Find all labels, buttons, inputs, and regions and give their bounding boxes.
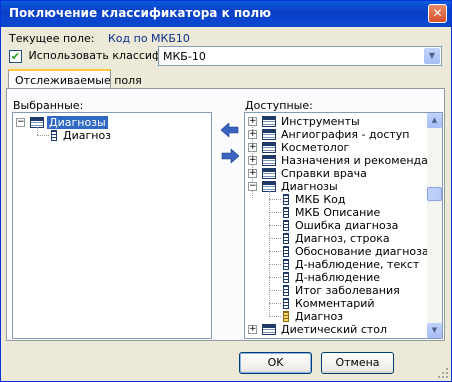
tree-item-label: МКБ Описание	[295, 206, 381, 219]
expand-icon[interactable]: +	[248, 169, 257, 178]
table-icon	[262, 142, 276, 153]
tree-item[interactable]: Диагноз, строка	[245, 232, 425, 245]
tree-item[interactable]: Д-наблюдение	[245, 271, 425, 284]
field-icon	[283, 220, 289, 231]
current-field-value: Код по МКБ10	[108, 32, 190, 45]
field-icon	[283, 259, 289, 270]
table-icon	[262, 155, 276, 166]
scroll-up-icon[interactable]: ▲	[427, 113, 442, 128]
ok-button[interactable]: OK	[239, 352, 312, 374]
tree-item[interactable]: + Назначения и рекомендации	[245, 154, 442, 167]
tree-item-label: Назначения и рекомендации	[281, 154, 443, 167]
field-icon	[283, 298, 289, 309]
tree-item-label: МКБ Код	[295, 193, 346, 206]
close-button[interactable]: ✕	[428, 4, 447, 23]
tree-item[interactable]: + Ангиография - доступ	[245, 128, 425, 141]
add-arrow-right-icon[interactable]	[221, 149, 239, 163]
field-icon-yellow	[283, 311, 289, 322]
tree-item[interactable]: Диагноз	[245, 310, 425, 323]
scrollbar-thumb[interactable]	[427, 187, 442, 201]
vertical-scrollbar[interactable]: ▲ ▼	[427, 113, 442, 338]
tree-item-label: Ангиография - доступ	[281, 128, 410, 141]
title-bar[interactable]: Поключение классификатора к полю ✕	[1, 1, 451, 27]
tree-item-expanded[interactable]: − Диагнозы	[245, 180, 425, 193]
selected-tree[interactable]: − Диагнозы Диагноз	[12, 112, 212, 339]
expand-icon[interactable]: +	[248, 143, 257, 152]
tree-item[interactable]: + Справки врача	[245, 167, 425, 180]
dialog-window: Поключение классификатора к полю ✕ Текущ…	[0, 0, 452, 382]
field-icon	[51, 130, 57, 141]
tree-connector-line	[269, 212, 281, 213]
expand-icon[interactable]: +	[248, 117, 257, 126]
tree-item-label: Обоснование диагноза	[295, 245, 429, 258]
tree-item[interactable]: МКБ Описание	[245, 206, 425, 219]
current-field-label: Текущее поле:	[9, 32, 95, 45]
resize-grip-icon[interactable]	[437, 367, 449, 379]
tree-item-label: Косметолог	[281, 141, 350, 154]
window-title: Поключение классификатора к полю	[9, 6, 271, 20]
field-icon	[283, 207, 289, 218]
tree-item-label: Диагноз, строка	[295, 232, 390, 245]
chevron-down-icon[interactable]: ▼	[424, 48, 440, 64]
classifier-select[interactable]: МКБ-10 ▼	[158, 46, 442, 66]
remove-arrow-left-icon[interactable]	[221, 123, 239, 137]
cancel-button[interactable]: Отмена	[321, 352, 394, 374]
field-icon	[283, 272, 289, 283]
tree-item[interactable]: МКБ Код	[245, 193, 425, 206]
collapse-icon[interactable]: −	[16, 118, 25, 127]
scroll-down-icon[interactable]: ▼	[427, 323, 442, 338]
tree-item-diagnoses[interactable]: − Диагнозы	[13, 116, 211, 129]
tree-item-label: Комментарий	[295, 297, 375, 310]
tab-panel: Выбранные: − Диагнозы Диагноз Доступные:	[6, 88, 445, 341]
collapse-icon[interactable]: −	[248, 182, 257, 191]
tree-item-label: Диагноз	[295, 310, 344, 323]
field-icon	[283, 194, 289, 205]
tree-item[interactable]: Комментарий	[245, 297, 425, 310]
selected-panel-label: Выбранные:	[13, 99, 84, 112]
tree-item[interactable]: + Косметолог	[245, 141, 425, 154]
tree-item-label: Диагноз	[63, 129, 112, 142]
tree-item[interactable]: + Диетический стол	[245, 323, 425, 336]
expand-icon[interactable]: +	[248, 325, 257, 334]
field-icon	[283, 285, 289, 296]
tree-item-label: Диагнозы	[281, 180, 338, 193]
tree-item-label: Д-наблюдение, текст	[295, 258, 420, 271]
tree-item-label: Ошибка диагноза	[295, 219, 399, 232]
tree-connector-line	[269, 290, 281, 291]
tree-connector-line	[269, 316, 281, 317]
expand-icon[interactable]: +	[248, 130, 257, 139]
tree-connector-line	[269, 238, 281, 239]
field-icon	[283, 233, 289, 244]
tab-tracked-fields[interactable]: Отслеживаемые поля	[8, 69, 142, 89]
tree-item[interactable]: Итог заболевания	[245, 284, 425, 297]
tree-item[interactable]: Д-наблюдение, текст	[245, 258, 425, 271]
tree-item[interactable]: Ошибка диагноза	[245, 219, 425, 232]
tree-item[interactable]: Обоснование диагноза	[245, 245, 429, 258]
table-icon	[262, 324, 276, 335]
tree-item-label: Д-наблюдение	[295, 271, 381, 284]
tree-connector-line	[269, 225, 281, 226]
field-icon	[283, 246, 289, 257]
tree-item[interactable]: + Инструменты	[245, 115, 425, 128]
tree-item-label: Справки врача	[281, 167, 367, 180]
tree-item-label: Инструменты	[281, 115, 360, 128]
tree-connector-line	[269, 199, 281, 200]
table-icon	[262, 116, 276, 127]
classifier-select-value: МКБ-10	[163, 50, 206, 63]
tree-connector-line	[269, 264, 281, 265]
tree-item-label: Диетический стол	[281, 323, 388, 336]
tree-connector-line	[269, 251, 281, 252]
tree-connector-line	[269, 277, 281, 278]
tree-item-label: Итог заболевания	[295, 284, 400, 297]
tree-connector-line	[269, 303, 281, 304]
available-panel-label: Доступные:	[245, 99, 313, 112]
table-icon	[262, 168, 276, 179]
tree-item-diagnosis[interactable]: Диагноз	[13, 129, 211, 142]
available-tree[interactable]: + Инструменты + Ангиография - доступ + Космет…	[244, 112, 443, 339]
table-icon	[262, 129, 276, 140]
tree-item-label: Диагнозы	[47, 116, 108, 129]
checkbox-check-icon[interactable]: ✔	[9, 49, 22, 63]
expand-icon[interactable]: +	[248, 156, 257, 165]
